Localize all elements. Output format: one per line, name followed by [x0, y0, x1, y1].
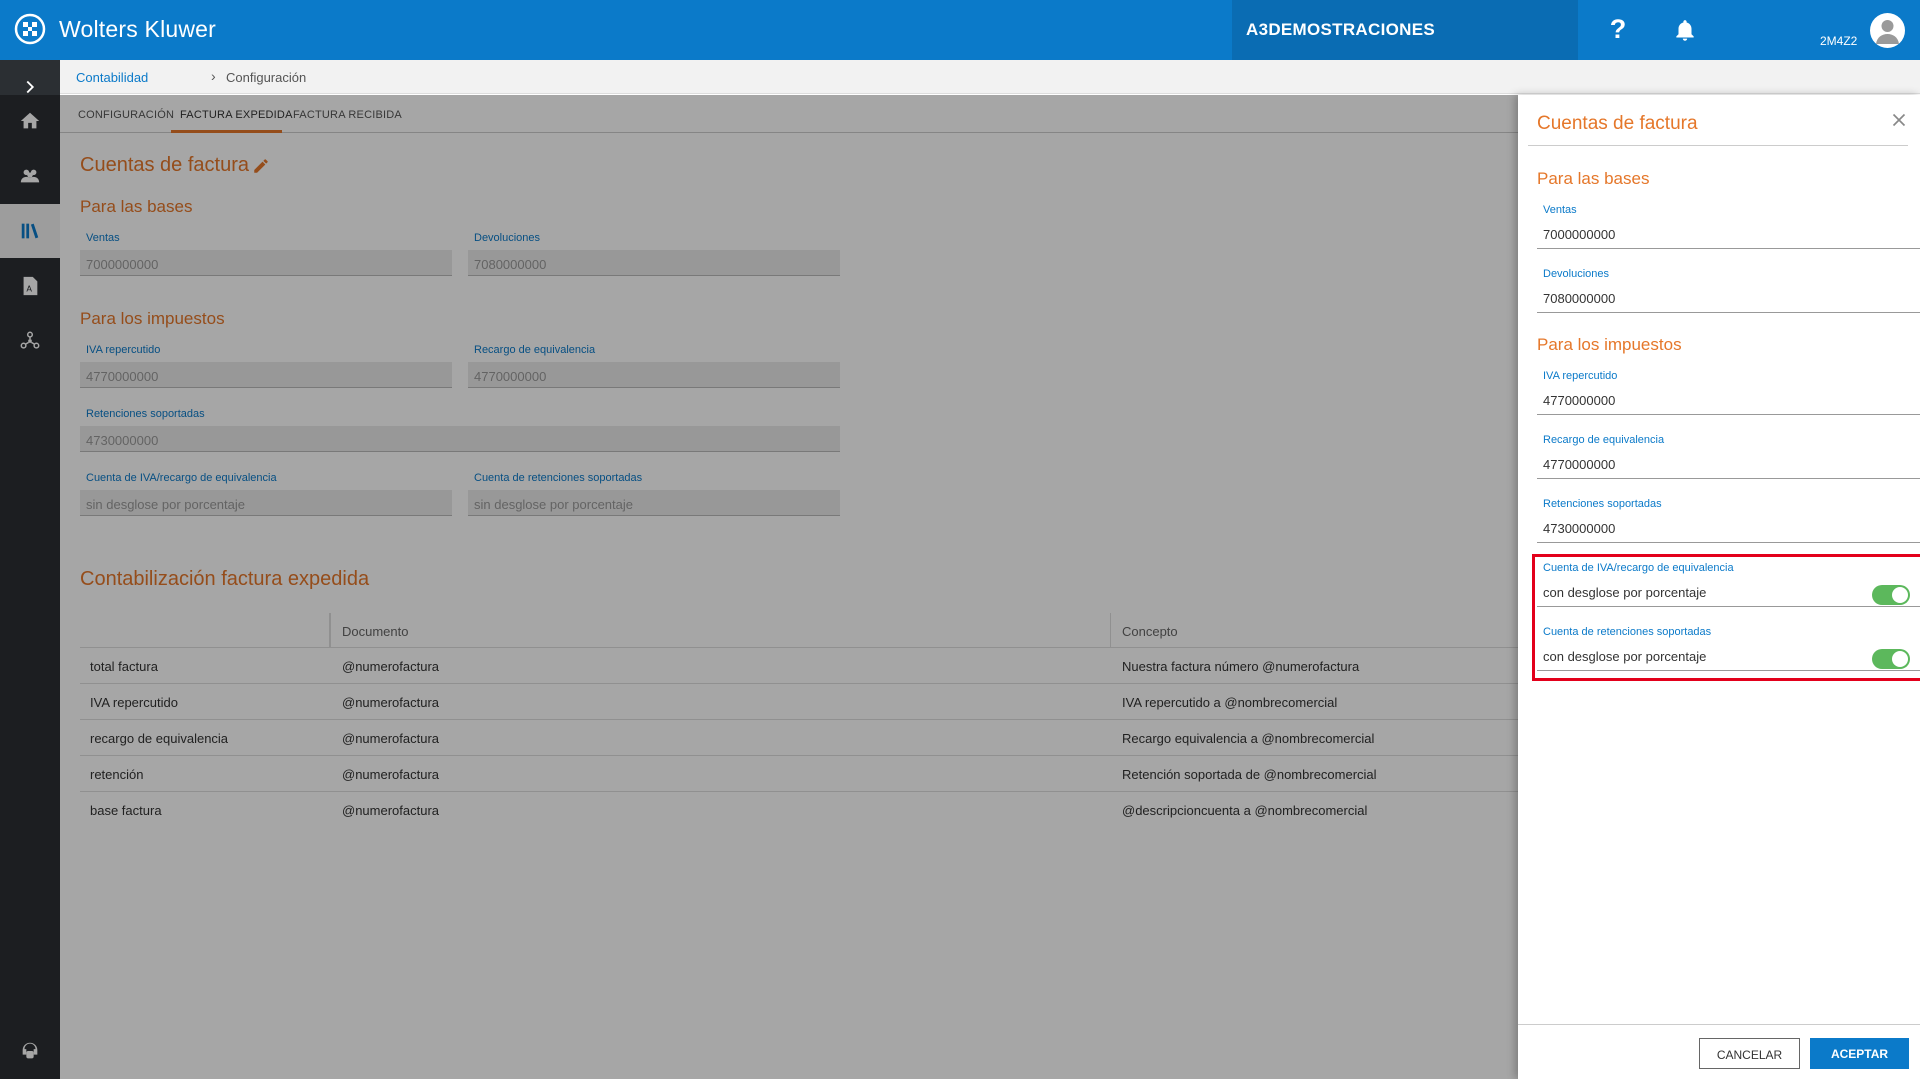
side-panel-cuentas: Cuentas de factura Para las bases Ventas…	[1518, 95, 1920, 1079]
panel-retenciones-label: Retenciones soportadas	[1543, 498, 1662, 510]
user-name[interactable]: 2M4Z2	[1820, 34, 1857, 48]
panel-retenciones-input[interactable]: 4730000000	[1537, 517, 1920, 543]
breadcrumb-current: Configuración	[226, 70, 307, 85]
breadcrumb: Contabilidad › Configuración	[60, 60, 1920, 94]
panel-iva-repercutido-label: IVA repercutido	[1543, 370, 1618, 382]
bell-icon[interactable]	[1672, 18, 1698, 44]
panel-section-impuestos: Para los impuestos	[1537, 335, 1682, 354]
help-icon[interactable]: ?	[1604, 14, 1632, 46]
panel-devoluciones-input[interactable]: 7080000000	[1537, 287, 1920, 313]
wolters-kluwer-logo[interactable]	[14, 13, 46, 45]
modal-backdrop[interactable]	[0, 95, 1518, 1079]
breadcrumb-separator: ›	[211, 68, 216, 84]
panel-ventas-input[interactable]: 7000000000	[1537, 223, 1920, 249]
user-avatar-icon[interactable]	[1870, 13, 1905, 48]
organization-selector[interactable]: A3DEMOSTRACIONES	[1232, 0, 1578, 60]
organization-name: A3DEMOSTRACIONES	[1246, 20, 1435, 39]
close-icon[interactable]	[1888, 109, 1910, 131]
panel-recargo-input[interactable]: 4770000000	[1537, 453, 1920, 479]
panel-section-bases: Para las bases	[1537, 169, 1650, 188]
panel-devoluciones-label: Devoluciones	[1543, 268, 1610, 280]
brand-name: Wolters Kluwer	[59, 16, 217, 42]
panel-title: Cuentas de factura	[1537, 113, 1698, 134]
panel-footer-divider	[1518, 1024, 1920, 1025]
panel-ventas-label: Ventas	[1543, 204, 1577, 216]
highlight-box	[1532, 554, 1920, 681]
panel-recargo-label: Recargo de equivalencia	[1543, 434, 1665, 446]
cancel-button[interactable]: CANCELAR	[1699, 1038, 1800, 1069]
panel-divider	[1528, 145, 1908, 146]
top-bar: Wolters Kluwer A3DEMOSTRACIONES ? 2M4Z2	[0, 0, 1920, 60]
breadcrumb-link-contabilidad[interactable]: Contabilidad	[76, 70, 148, 85]
panel-iva-repercutido-input[interactable]: 4770000000	[1537, 389, 1920, 415]
accept-button[interactable]: ACEPTAR	[1810, 1038, 1909, 1069]
